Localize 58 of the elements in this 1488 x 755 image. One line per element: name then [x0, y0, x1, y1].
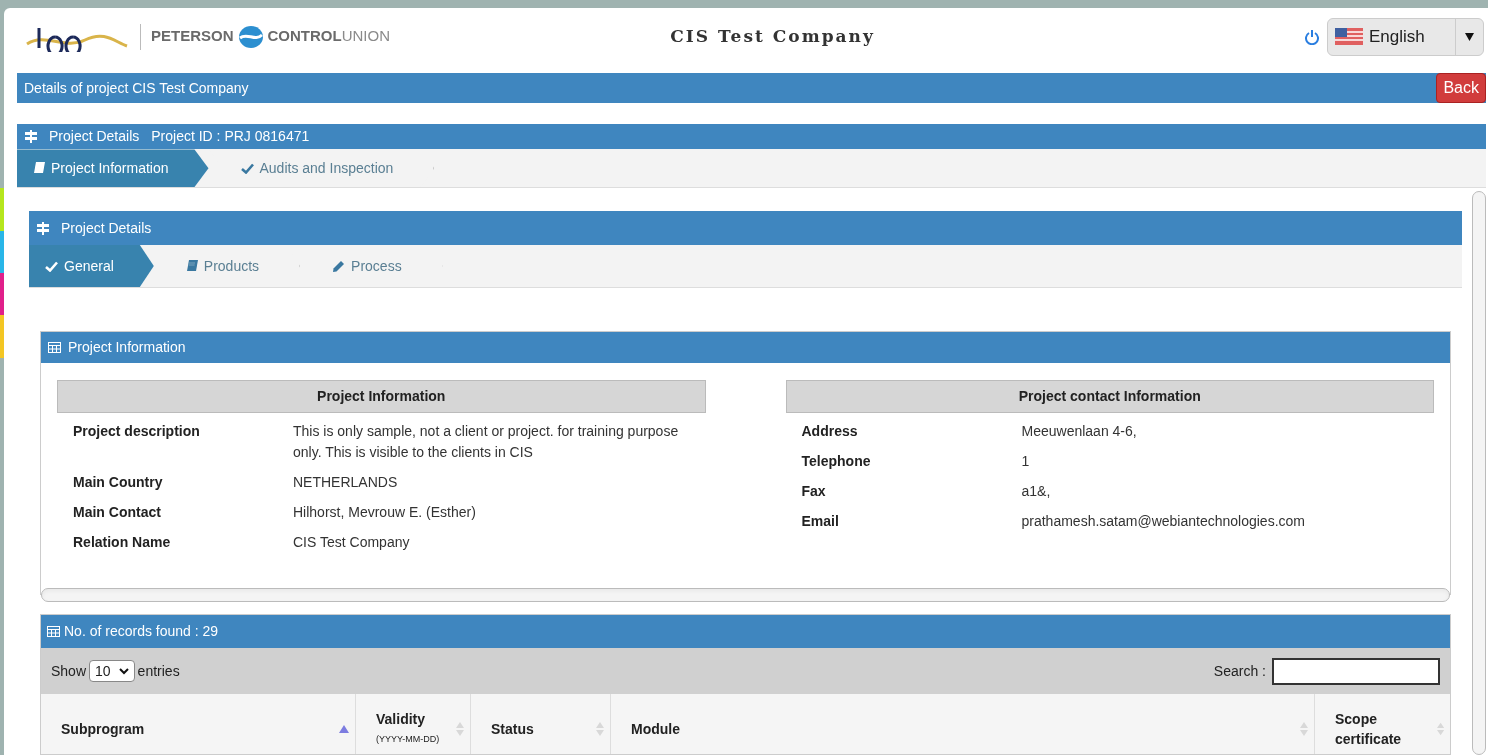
entries-label: entries — [137, 661, 180, 681]
field-value: Meeuwenlaan 4-6, — [1021, 422, 1138, 441]
field-label: Project description — [73, 422, 201, 441]
field-label: Telephone — [801, 452, 872, 471]
power-icon — [1305, 28, 1319, 45]
field-value: a1&, — [1021, 482, 1052, 501]
vertical-scrollbar[interactable] — [1472, 191, 1486, 755]
brand-name: CONTROL — [267, 26, 342, 47]
column-header[interactable]: Module — [611, 694, 1315, 754]
field-label: Address — [801, 422, 859, 441]
brand-name: UNION — [341, 26, 391, 47]
book-icon — [185, 259, 198, 273]
check-icon — [45, 260, 58, 272]
language-dropdown[interactable]: English — [1327, 17, 1484, 56]
section-title: Project Details — [49, 127, 140, 147]
field-label: Fax — [801, 482, 827, 501]
field-value: 1 — [1021, 452, 1031, 471]
globe-logo-icon — [238, 25, 263, 48]
signpost-icon — [37, 221, 49, 235]
company-title: CIS Test Company — [670, 24, 875, 48]
page-title: Details of project CIS Test Company — [24, 78, 249, 98]
flag-icon — [1335, 28, 1363, 46]
page-size-select[interactable]: 10 — [89, 660, 135, 682]
field-value: This is only sample, not a client or project. for training purpose only. This is visible to the clients in CIS — [293, 422, 680, 462]
field-label: Main Country — [73, 473, 164, 492]
field-label: Relation Name — [73, 533, 172, 552]
section-heading: Project contact Information — [785, 380, 1434, 413]
section-heading: Project Information — [57, 380, 706, 413]
field-value: prathamesh.satam@webiantechnologies.com — [1021, 512, 1306, 531]
field-value: NETHERLANDS — [293, 473, 399, 492]
column-header[interactable]: Validity (YYYY-MM-DD) — [356, 694, 471, 754]
book-icon — [33, 161, 45, 175]
chevron-down-icon — [118, 667, 129, 675]
horizontal-scrollbar[interactable] — [41, 588, 1450, 602]
check-icon — [240, 162, 254, 174]
search-field[interactable] — [1272, 657, 1440, 685]
table-icon — [47, 626, 60, 637]
back-button[interactable]: Back — [1436, 73, 1486, 104]
brand-name: PETERSON — [151, 26, 234, 47]
panel-title: Project Information — [68, 338, 186, 357]
field-label: Main Contact — [73, 503, 162, 522]
tab[interactable]: Project Information — [17, 149, 209, 187]
field-value: CIS Test Company — [293, 533, 411, 552]
table-icon — [48, 342, 61, 353]
tab[interactable]: General — [29, 245, 154, 287]
show-label: Show — [51, 661, 87, 681]
column-header[interactable]: Subprogram — [41, 694, 356, 754]
column-header[interactable]: Scope certificate — [1315, 694, 1450, 754]
signpost-icon — [25, 130, 37, 144]
field-value: Hilhorst, Mevrouw E. (Esther) — [293, 503, 477, 522]
pencil-icon — [332, 259, 346, 273]
caret-icon — [1465, 32, 1474, 41]
field-label: Email — [801, 512, 840, 531]
section-title: Project Details — [61, 218, 152, 238]
column-header[interactable]: Status — [471, 694, 611, 754]
panel-title: No. of records found : 29 — [64, 622, 219, 641]
search-label: Search : — [1213, 661, 1266, 681]
project-id: Project ID : PRJ 0816471 — [151, 127, 310, 147]
